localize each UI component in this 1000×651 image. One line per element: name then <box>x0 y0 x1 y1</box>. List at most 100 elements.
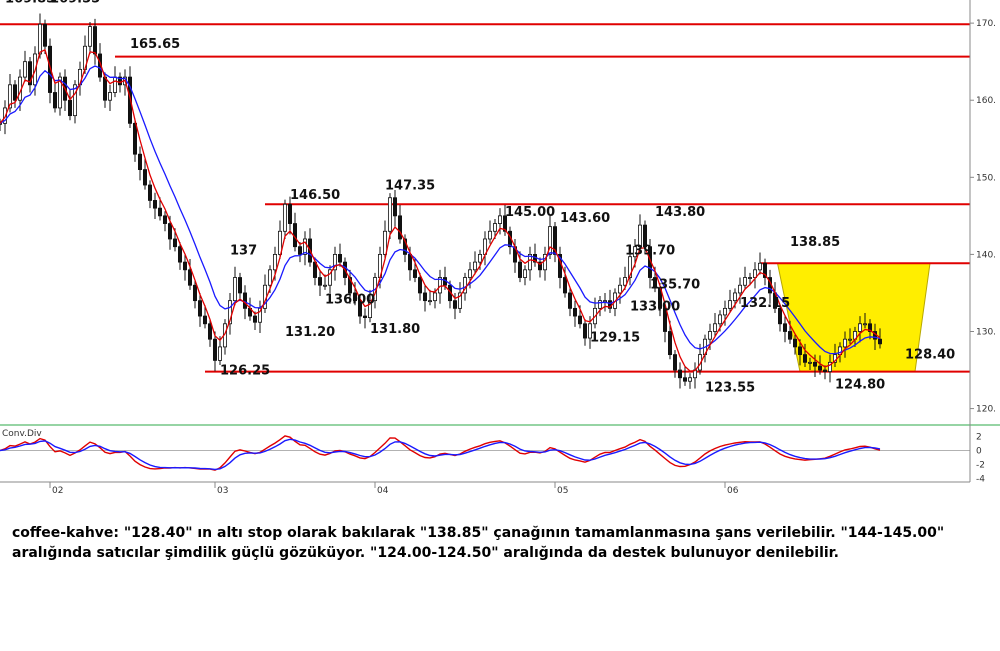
candle-body <box>718 314 723 325</box>
candle-body <box>713 323 718 332</box>
candle-body <box>492 223 497 232</box>
candle-body <box>808 361 813 364</box>
price-label: 136.00 <box>325 293 375 308</box>
price-label: 133.00 <box>630 300 680 315</box>
candle-body <box>142 169 147 186</box>
candle-body <box>788 331 793 340</box>
candle-body <box>242 292 247 309</box>
candle-body <box>272 253 277 271</box>
candle-body <box>232 277 237 302</box>
oscillator-tick-label: 2 <box>976 433 982 443</box>
candle-body <box>397 215 402 240</box>
candle-body <box>432 292 437 302</box>
candle-body <box>237 277 242 294</box>
candle-body <box>217 346 222 361</box>
price-label: 131.80 <box>370 322 420 337</box>
oscillator-tick-label: -4 <box>976 475 985 485</box>
candle-body <box>578 315 583 325</box>
candle-body <box>823 369 828 372</box>
candle-body <box>427 300 432 303</box>
candle-body <box>518 261 523 278</box>
candle-body <box>583 323 588 339</box>
candle-body <box>132 122 137 155</box>
month-tick-label: 04 <box>377 486 389 496</box>
candle-body <box>68 99 73 117</box>
price-label: 128.40 <box>905 347 955 362</box>
axes: 170.160.150.140.130.120.02 03 04 05 06 <box>49 0 996 496</box>
candle-body <box>523 269 528 278</box>
candle-body <box>43 23 48 47</box>
candle-body <box>818 365 823 371</box>
candle-body <box>267 269 272 286</box>
candle-body <box>487 230 492 240</box>
price-label: 138.85 <box>790 235 840 250</box>
price-label: 165.65 <box>130 37 180 52</box>
candle-body <box>848 338 853 341</box>
candle-body <box>452 300 457 309</box>
candle-body <box>858 323 863 332</box>
candle-body <box>748 277 753 279</box>
candle-body <box>53 92 58 109</box>
candle-body <box>472 261 477 271</box>
candle-body <box>322 284 327 287</box>
price-label: 137 <box>230 243 257 258</box>
candle-body <box>337 253 342 263</box>
month-tick-label: 02 <box>52 486 63 496</box>
candle-body <box>392 197 397 217</box>
price-label: 139.70 <box>625 243 675 258</box>
price-tick-label: 160. <box>976 96 996 106</box>
price-plot: 169.85169.55 165.65 137 146.50 147.35 136.00 1… <box>0 0 970 396</box>
month-tick-label: 05 <box>557 486 568 496</box>
candle-body <box>38 23 43 55</box>
price-label: 143.80 <box>655 205 705 220</box>
candle-body <box>618 284 623 294</box>
price-label: 169.85 <box>5 0 55 6</box>
candle-body <box>497 215 502 224</box>
candle-body <box>197 300 202 317</box>
candle-body <box>603 300 608 303</box>
candle-body <box>758 262 763 271</box>
price-tick-label: 170. <box>976 19 996 29</box>
candle-body <box>317 277 322 286</box>
price-tick-label: 140. <box>976 250 996 260</box>
candle-body <box>252 315 257 323</box>
candle-body <box>673 354 678 371</box>
price-label: 124.80 <box>835 378 885 393</box>
candle-body <box>22 61 27 78</box>
price-label: 147.35 <box>385 179 435 194</box>
candle-body <box>187 269 192 286</box>
candle-body <box>137 153 142 171</box>
candle-body <box>88 26 93 47</box>
candle-body <box>93 26 98 55</box>
candle-body <box>688 377 693 382</box>
candle-body <box>798 346 803 356</box>
candle-body <box>683 377 688 382</box>
month-tick-label: 06 <box>727 486 739 496</box>
candle-body <box>157 207 162 217</box>
price-label: 146.50 <box>290 188 340 203</box>
price-label: 143.60 <box>560 211 610 226</box>
price-label: 126.25 <box>220 364 270 379</box>
month-tick-label: 03 <box>217 486 228 496</box>
candle-body <box>362 315 367 319</box>
candle-body <box>598 300 603 309</box>
oscillator-title: Conv.Div <box>2 429 42 439</box>
price-label: 145.00 <box>505 205 555 220</box>
candle-body <box>863 323 868 326</box>
candle-body <box>407 253 412 271</box>
candle-body <box>172 238 177 248</box>
candle-body <box>297 246 302 255</box>
oscillator-tick-label: 0 <box>976 447 982 457</box>
candle-body <box>477 253 482 263</box>
price-label: 132.15 <box>740 296 790 311</box>
candle-body <box>152 200 157 209</box>
price-label: 131.20 <box>285 325 335 340</box>
candle-body <box>167 223 172 240</box>
candle-body <box>103 76 108 101</box>
candle-body <box>412 269 417 278</box>
candle-body <box>793 338 798 348</box>
candle-body <box>212 338 217 361</box>
candle-body <box>282 203 287 232</box>
candle-body <box>803 354 808 363</box>
candle-body <box>878 338 883 345</box>
